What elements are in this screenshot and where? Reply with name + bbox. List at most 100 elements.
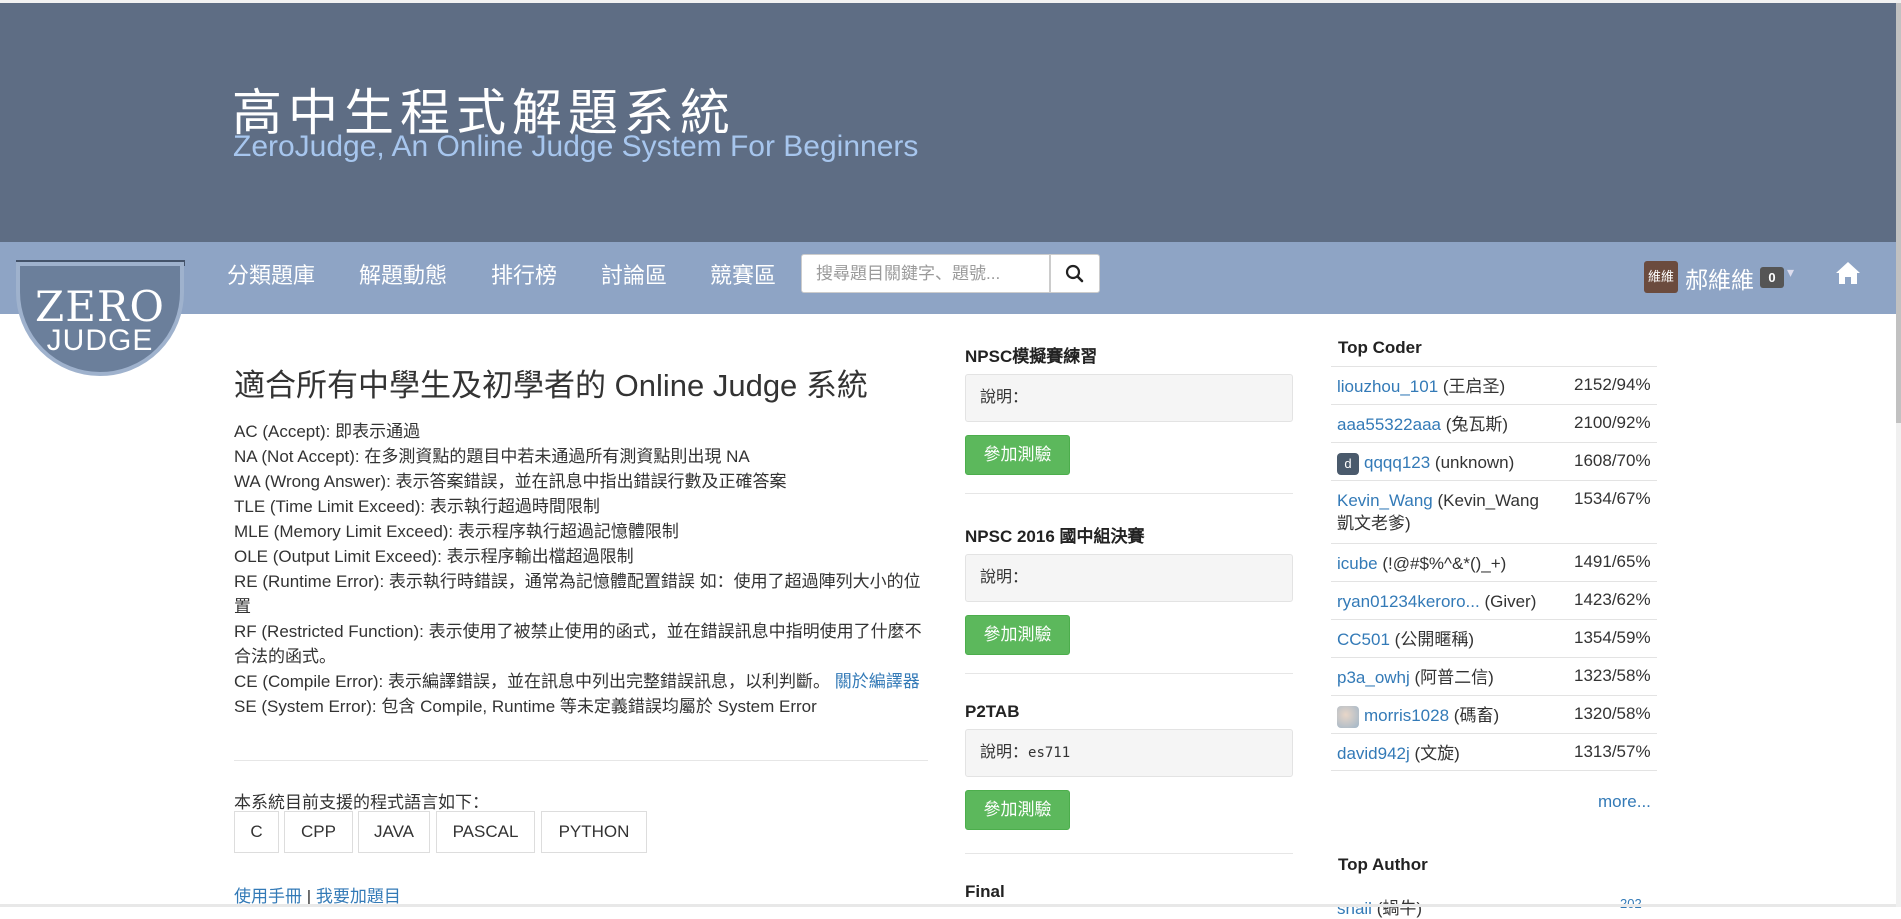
description-label: 說明：: [980, 389, 1029, 406]
user-nickname: (!@#$%^&*()_+): [1382, 554, 1507, 573]
search-button[interactable]: [1050, 254, 1100, 293]
contest-card: Final: [965, 882, 1293, 902]
contest-card: P2TAB 說明：es711 參加測驗: [965, 702, 1293, 830]
contest-divider: [965, 493, 1293, 494]
user-avatar[interactable]: 維維: [1644, 261, 1678, 293]
ranking-row: aaa55322aaa (兔瓦斯) 2100/92%: [1331, 404, 1657, 442]
user-menu[interactable]: 郝維維: [1685, 261, 1754, 295]
user-score: 1534/67%: [1574, 489, 1651, 508]
ranking-user: p3a_owhj (阿普二信): [1337, 666, 1555, 689]
join-contest-button[interactable]: 參加測驗: [965, 790, 1070, 830]
result-ce: CE (Compile Error): 表示編譯錯誤，並在訊息中列出完整錯誤訊息…: [234, 669, 928, 694]
user-link[interactable]: morris1028: [1364, 706, 1449, 725]
result-se: SE (System Error): 包含 Compile, Runtime 等…: [234, 697, 817, 716]
ranking-user: liouzhou_101 (王启圣): [1337, 375, 1555, 398]
caret-down-icon[interactable]: ▾: [1787, 264, 1794, 281]
result-re: RE (Runtime Error): 表示執行時錯誤，通常為記憶體配置錯誤 如…: [234, 572, 921, 616]
notification-badge: 0: [1760, 267, 1784, 288]
description-value: es711: [1028, 745, 1071, 761]
description-label: 說明：: [980, 569, 1029, 586]
user-link[interactable]: p3a_owhj: [1337, 668, 1410, 687]
contest-description: 說明：: [965, 374, 1293, 422]
user-score: 1313/57%: [1574, 742, 1651, 761]
contest-description: 說明：: [965, 554, 1293, 602]
join-contest-button[interactable]: 參加測驗: [965, 435, 1070, 475]
contest-card: NPSC 2016 國中組決賽 說明： 參加測驗: [965, 522, 1293, 655]
language-pascal: PASCAL: [436, 811, 535, 853]
nav-problem-categories[interactable]: 分類題庫: [227, 258, 315, 290]
result-ce-text: CE (Compile Error): 表示編譯錯誤，並在訊息中列出完整錯誤訊息…: [234, 672, 830, 691]
user-link[interactable]: liouzhou_101: [1337, 377, 1438, 396]
user-score: 1323/58%: [1574, 666, 1651, 685]
contest-card: NPSC模擬賽練習 說明： 參加測驗: [965, 342, 1293, 475]
user-avatar-icon: d: [1337, 452, 1359, 475]
nav-ranking[interactable]: 排行榜: [491, 258, 557, 290]
ranking-user: Kevin_Wang (Kevin_Wang 凱文老爹): [1337, 489, 1555, 535]
more-coders-link[interactable]: more...: [1598, 792, 1651, 812]
language-python: PYTHON: [541, 811, 647, 853]
user-link[interactable]: ryan01234keroro...: [1337, 592, 1480, 611]
contest-title: NPSC模擬賽練習: [965, 347, 1098, 366]
language-java: JAVA: [358, 811, 430, 853]
compiler-info-link[interactable]: 關於編譯器: [835, 672, 920, 691]
top-author-heading: Top Author: [1338, 855, 1428, 874]
contest-description: 說明：es711: [965, 729, 1293, 777]
result-wa: WA (Wrong Answer): 表示答案錯誤，並在訊息中指出錯誤行數及正確…: [234, 472, 787, 491]
scrollbar-thumb[interactable]: [1896, 3, 1901, 423]
ranking-user: morris1028 (碼畜): [1337, 704, 1555, 728]
site-header: 高中生程式解題系統 ZeroJudge, An Online Judge Sys…: [0, 3, 1896, 242]
ranking-user: icube (!@#$%^&*()_+): [1337, 552, 1555, 575]
top-coder-heading: Top Coder: [1338, 338, 1422, 357]
intro-section: 適合所有中學生及初學者的 Online Judge 系統 AC (Accept)…: [234, 360, 928, 719]
site-logo[interactable]: ZERO JUDGE: [16, 262, 184, 376]
result-ac: AC (Accept): 即表示通過: [234, 422, 421, 441]
contest-title: P2TAB: [965, 702, 1020, 721]
ranking-row: morris1028 (碼畜) 1320/58%: [1331, 695, 1657, 733]
home-icon[interactable]: [1834, 259, 1862, 287]
result-na: NA (Not Accept): 在多測資點的題目中若未通過所有測資點則出現 N…: [234, 447, 750, 466]
user-link[interactable]: icube: [1337, 554, 1378, 573]
user-score: 2152/94%: [1574, 375, 1651, 394]
user-nickname: (unknown): [1434, 453, 1515, 472]
ranking-user: aaa55322aaa (兔瓦斯): [1337, 413, 1555, 436]
user-nickname: (公開暱稱): [1394, 630, 1474, 649]
ranking-row: d qqqq123 (unknown) 1608/70%: [1331, 442, 1657, 480]
user-avatar-image: [1337, 705, 1359, 728]
divider: [234, 760, 928, 761]
user-link[interactable]: qqqq123: [1364, 453, 1430, 472]
top-coder-panel: Top Coder liouzhou_101 (王启圣) 2152/94% aa…: [1331, 338, 1657, 771]
user-link[interactable]: aaa55322aaa: [1337, 415, 1441, 434]
user-link[interactable]: Kevin_Wang: [1337, 491, 1433, 510]
user-score: 1354/59%: [1574, 628, 1651, 647]
ranking-row: icube (!@#$%^&*()_+) 1491/65%: [1331, 543, 1657, 581]
ranking-user: david942j (文旋): [1337, 742, 1555, 765]
nav-submissions[interactable]: 解題動態: [359, 258, 447, 290]
user-nickname: (王启圣): [1442, 377, 1506, 396]
ranking-user: CC501 (公開暱稱): [1337, 628, 1555, 651]
logo-text-judge: JUDGE: [46, 324, 154, 357]
nav-forum[interactable]: 討論區: [601, 258, 667, 290]
ranking-row: david942j (文旋) 1313/57%: [1331, 733, 1657, 771]
contest-divider: [965, 673, 1293, 674]
user-link[interactable]: snail: [1337, 899, 1372, 918]
language-c: C: [234, 811, 279, 853]
user-link[interactable]: david942j: [1337, 744, 1410, 763]
result-tle: TLE (Time Limit Exceed): 表示執行超過時間限制: [234, 497, 600, 516]
user-score: 1423/62%: [1574, 590, 1651, 609]
user-score: 1491/65%: [1574, 552, 1651, 571]
language-intro: 本系統目前支援的程式語言如下：: [234, 793, 489, 812]
ranking-user: d qqqq123 (unknown): [1337, 451, 1555, 475]
site-subtitle: ZeroJudge, An Online Judge System For Be…: [233, 130, 919, 163]
search-input[interactable]: [801, 254, 1050, 293]
user-nickname: (阿普二信): [1414, 668, 1494, 687]
join-contest-button[interactable]: 參加測驗: [965, 615, 1070, 655]
user-nickname: (Giver): [1484, 592, 1537, 611]
ranking-row: p3a_owhj (阿普二信) 1323/58%: [1331, 657, 1657, 695]
contest-title: Final: [965, 882, 1005, 901]
nav-contests[interactable]: 競賽區: [710, 258, 776, 290]
ranking-user: ryan01234keroro... (Giver): [1337, 590, 1555, 613]
description-label: 說明：: [980, 744, 1029, 761]
ranking-row: CC501 (公開暱稱) 1354/59%: [1331, 619, 1657, 657]
user-link[interactable]: CC501: [1337, 630, 1390, 649]
user-nickname: (碼畜): [1453, 706, 1500, 725]
